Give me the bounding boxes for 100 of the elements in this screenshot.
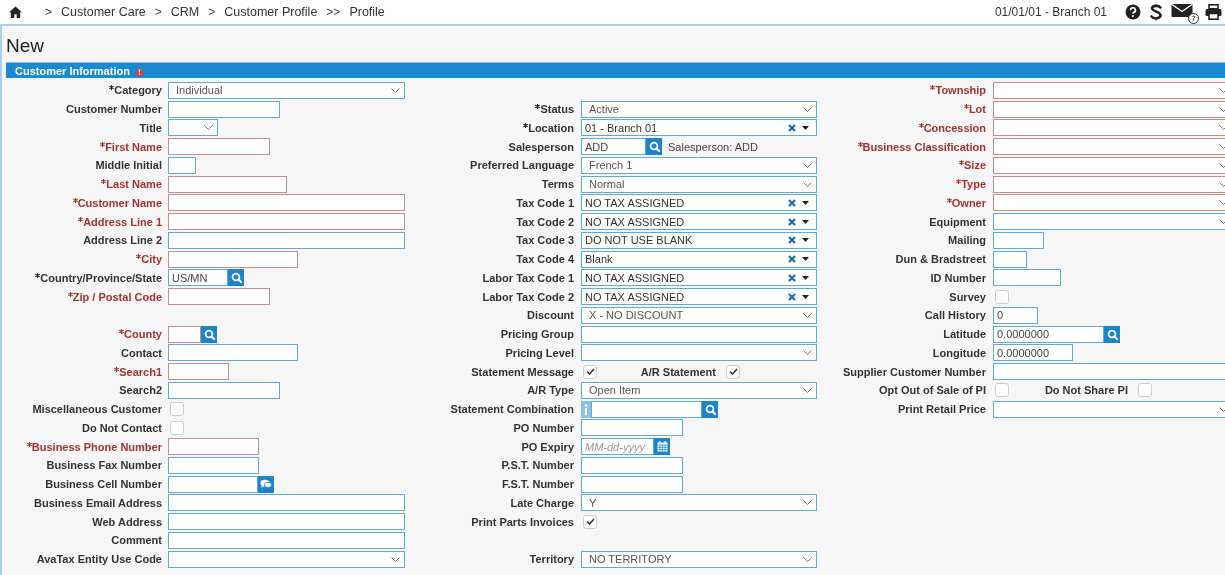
text-field[interactable] [168,231,405,249]
dropdown[interactable]: X - NO DISCOUNT [581,306,817,324]
checkbox[interactable] [170,402,184,417]
print-icon[interactable] [1205,4,1222,20]
checkbox[interactable] [726,364,740,379]
dropdown[interactable]: DO NOT USE BLANK [581,231,817,249]
dropdown[interactable]: NO TAX ASSIGNED [581,269,817,287]
dropdown[interactable] [993,119,1225,137]
text-field[interactable] [168,100,280,118]
text-field[interactable]: US/MN [168,269,228,287]
text-field[interactable] [168,156,196,174]
dropdown[interactable]: NO TAX ASSIGNED [581,213,817,231]
chat-button[interactable] [258,475,274,493]
text-field[interactable] [168,175,287,193]
search-button[interactable] [228,269,244,287]
dropdown[interactable] [168,550,405,568]
text-field[interactable] [168,250,298,268]
breadcrumb-link[interactable]: Customer Care [61,5,146,19]
text-field[interactable] [993,231,1044,249]
swirl-icon[interactable] [1149,3,1163,21]
text-field[interactable] [168,138,270,156]
chevron-icon [803,106,812,112]
text-field[interactable] [168,513,405,531]
mail-count-badge: 7 [1188,13,1199,24]
search-button[interactable] [201,325,217,343]
dropdown[interactable] [993,81,1225,99]
text-field[interactable]: MM-dd-yyyy [581,438,654,456]
dropdown[interactable]: NO TERRITORY [581,550,817,568]
text-field[interactable]: 0.0000000 [993,325,1104,343]
text-field[interactable] [168,438,259,456]
home-icon[interactable] [9,6,22,18]
field-label: A/R Statement [639,365,716,378]
dropdown[interactable]: Normal [581,175,817,193]
checkbox[interactable] [583,364,597,379]
dropdown[interactable]: 01 - Branch 01 [581,119,817,137]
checkbox[interactable] [995,383,1009,398]
dropdown[interactable]: Individual [168,81,405,99]
text-field[interactable]: ADD [581,138,646,156]
dropdown[interactable] [168,119,218,137]
dropdown[interactable]: NO TAX ASSIGNED [581,194,817,212]
dropdown[interactable] [993,156,1225,174]
clear-icon[interactable] [788,198,796,207]
text-field[interactable] [168,456,259,474]
field-label: Opt Out of Sale of PI [879,384,986,397]
clear-icon[interactable] [788,123,796,132]
field-label: Business Cell Number [45,478,162,491]
text-field[interactable] [168,363,229,381]
text-field[interactable] [168,531,405,549]
search-button[interactable] [646,138,662,156]
text-field[interactable] [168,344,298,362]
dropdown[interactable] [993,100,1225,118]
field-label: Salesperson [508,140,574,153]
clear-icon[interactable] [788,273,796,282]
text-field[interactable] [168,288,270,306]
text-field[interactable] [168,325,201,343]
session-info: 01/01/01 - Branch 01 [994,5,1107,19]
calendar-button[interactable] [654,438,670,456]
search-button[interactable] [1104,325,1120,343]
clear-icon[interactable] [788,217,796,226]
text-field[interactable] [581,419,683,437]
dropdown[interactable]: Open Item [581,381,817,399]
dropdown[interactable] [993,194,1225,212]
checkbox[interactable] [170,420,184,435]
clear-icon[interactable] [788,292,796,301]
text-field[interactable] [168,381,280,399]
checkbox[interactable] [995,289,1009,304]
chevron-icon [803,556,812,562]
text-field[interactable] [591,400,702,418]
text-field[interactable] [168,475,258,493]
text-field[interactable] [581,475,683,493]
dropdown[interactable] [993,138,1225,156]
clear-icon[interactable] [788,255,796,264]
help-icon[interactable] [1125,4,1141,20]
dropdown[interactable]: French 1 [581,156,817,174]
text-field[interactable] [993,269,1061,287]
text-field[interactable] [581,325,817,343]
dropdown[interactable] [993,175,1225,193]
breadcrumb-link[interactable]: CRM [170,5,200,19]
dropdown[interactable]: Blank [581,250,817,268]
text-field[interactable] [168,494,405,512]
dropdown[interactable] [993,400,1225,418]
text-field[interactable] [168,213,405,231]
checkbox[interactable] [1138,383,1152,398]
text-field[interactable]: 0.0000000 [993,344,1073,362]
field-label: Do Not Share PI [1043,384,1128,397]
text-field[interactable] [993,363,1225,381]
check-icon [585,368,595,376]
breadcrumb-link[interactable]: Customer Profile [224,5,318,19]
clear-icon[interactable] [788,236,796,245]
checkbox[interactable] [583,514,597,529]
text-field[interactable] [581,456,683,474]
dropdown[interactable]: Active [581,100,817,118]
text-field[interactable] [168,194,405,212]
dropdown[interactable] [993,213,1225,231]
text-field[interactable]: 0 [993,306,1038,324]
search-button[interactable] [702,400,718,418]
info-icon[interactable] [581,400,591,418]
text-field[interactable] [993,250,1027,268]
dropdown[interactable]: NO TAX ASSIGNED [581,288,817,306]
dropdown[interactable]: Y [581,494,817,512]
